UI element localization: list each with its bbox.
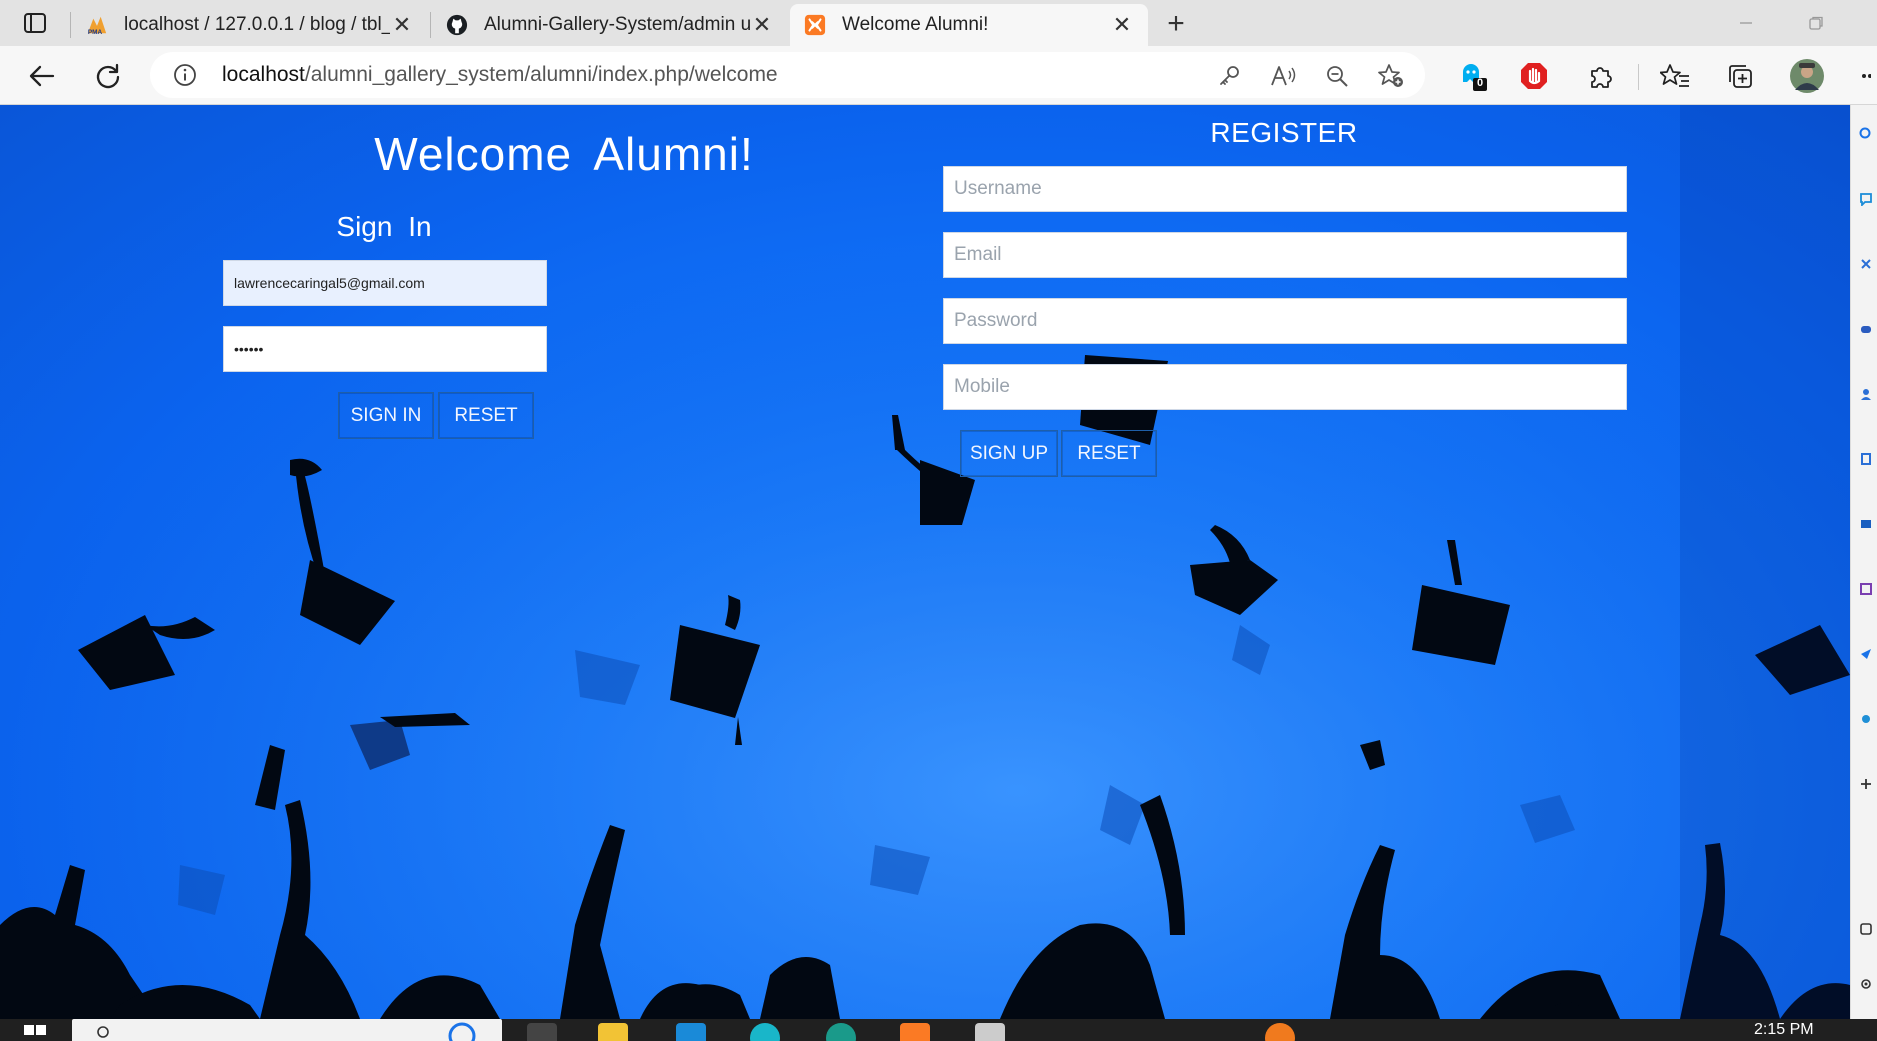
signin-password-input[interactable] bbox=[223, 326, 547, 372]
email-field[interactable] bbox=[943, 232, 1627, 278]
edge-sidebar bbox=[1850, 105, 1877, 1019]
back-button[interactable] bbox=[22, 57, 60, 95]
add-sidebar-icon[interactable] bbox=[1857, 775, 1875, 793]
signup-button[interactable]: SIGN UP bbox=[960, 430, 1058, 477]
tab-title: localhost / 127.0.0.1 / blog / tbl_ bbox=[124, 14, 390, 35]
username-field[interactable] bbox=[943, 166, 1627, 212]
phpmyadmin-icon: PMA bbox=[86, 14, 108, 36]
taskbar-clock[interactable]: 2:15 PM bbox=[1754, 1021, 1814, 1039]
signin-heading: Sign In bbox=[336, 211, 432, 242]
register-heading: REGISTER bbox=[1210, 117, 1358, 148]
edge-app-icon[interactable] bbox=[750, 1023, 780, 1041]
welcome-title: Welcome Alumni! bbox=[374, 128, 754, 180]
read-aloud-icon[interactable] bbox=[1268, 61, 1298, 91]
xampp-app-icon[interactable] bbox=[900, 1023, 930, 1041]
file-explorer-icon[interactable] bbox=[598, 1023, 628, 1041]
back-arrow-icon bbox=[29, 65, 55, 87]
games-sidebar-icon[interactable] bbox=[1857, 320, 1875, 338]
url-host: localhost bbox=[222, 63, 305, 86]
favorites-icon bbox=[1660, 64, 1689, 87]
minimize-icon bbox=[1740, 22, 1752, 24]
tab-separator bbox=[70, 12, 71, 38]
designer-sidebar-icon[interactable] bbox=[1857, 710, 1875, 728]
windows-taskbar: 2:15 PM bbox=[0, 1019, 1877, 1041]
adblock-hand-icon bbox=[1521, 63, 1547, 89]
background-shade-band bbox=[1680, 105, 1850, 1019]
xampp-icon bbox=[804, 14, 826, 36]
windows-start-icon[interactable] bbox=[24, 1025, 46, 1041]
tab-title: Alumni-Gallery-System/admin us bbox=[484, 14, 750, 35]
task-view-icon[interactable] bbox=[527, 1023, 557, 1041]
more-options-button[interactable] bbox=[1850, 57, 1877, 95]
svg-text:PMA: PMA bbox=[88, 29, 103, 36]
restore-icon bbox=[1809, 16, 1823, 30]
favorites-button[interactable] bbox=[1656, 57, 1694, 95]
puzzle-icon bbox=[1591, 67, 1612, 88]
site-info-icon[interactable] bbox=[172, 62, 198, 88]
close-tab-icon[interactable]: ✕ bbox=[750, 12, 774, 37]
minimize-button[interactable] bbox=[1728, 8, 1764, 38]
onenote-sidebar-icon[interactable] bbox=[1857, 580, 1875, 598]
extension-adblock-button[interactable] bbox=[1515, 57, 1553, 95]
register-reset-button[interactable]: RESET bbox=[1061, 430, 1157, 477]
taskbar-search-box[interactable] bbox=[72, 1019, 502, 1041]
close-tab-icon[interactable]: ✕ bbox=[390, 12, 414, 37]
tab-phpmyadmin[interactable]: PMA localhost / 127.0.0.1 / blog / tbl_ … bbox=[72, 4, 428, 46]
notepad-app-icon[interactable] bbox=[975, 1023, 1005, 1041]
github-icon bbox=[446, 14, 468, 36]
extensions-button[interactable] bbox=[1582, 57, 1620, 95]
people-sidebar-icon[interactable] bbox=[1857, 385, 1875, 403]
address-bar[interactable]: localhost/alumni_gallery_system/alumni/i… bbox=[150, 52, 1425, 98]
office-sidebar-icon[interactable] bbox=[1857, 450, 1875, 468]
vscode-app-icon[interactable] bbox=[826, 1023, 856, 1041]
signin-button[interactable]: SIGN IN bbox=[338, 392, 434, 439]
tab-actions-button[interactable] bbox=[18, 9, 52, 37]
extension-ghostery-button[interactable]: 0 bbox=[1454, 57, 1492, 95]
tab-strip: PMA localhost / 127.0.0.1 / blog / tbl_ … bbox=[0, 0, 1877, 46]
cortana-icon bbox=[448, 1022, 476, 1041]
refresh-icon bbox=[96, 63, 120, 89]
toolbar-divider bbox=[1638, 64, 1639, 90]
sidebar-settings-icon[interactable] bbox=[1857, 975, 1875, 993]
zoom-out-icon[interactable] bbox=[1322, 61, 1352, 91]
extension-badge: 0 bbox=[1477, 77, 1484, 89]
search-sidebar-icon[interactable] bbox=[1857, 125, 1875, 143]
send-sidebar-icon[interactable] bbox=[1857, 645, 1875, 663]
profile-button[interactable] bbox=[1788, 57, 1826, 95]
tab-title: Welcome Alumni! bbox=[842, 14, 989, 35]
add-favorite-icon[interactable] bbox=[1376, 61, 1406, 91]
tab-welcome-alumni[interactable]: Welcome Alumni! ✕ bbox=[790, 4, 1148, 46]
mobile-field[interactable] bbox=[943, 364, 1627, 410]
restore-button[interactable] bbox=[1798, 8, 1834, 38]
browser-app-icon[interactable] bbox=[1265, 1023, 1295, 1041]
tab-github[interactable]: Alumni-Gallery-System/admin us ✕ bbox=[432, 4, 788, 46]
key-icon[interactable] bbox=[1214, 61, 1244, 91]
url-path: /alumni_gallery_system/alumni/index.php/… bbox=[304, 63, 778, 86]
split-screen-sidebar-icon[interactable] bbox=[1857, 920, 1875, 938]
store-app-icon[interactable] bbox=[676, 1023, 706, 1041]
collections-icon bbox=[1729, 65, 1752, 88]
signin-reset-button[interactable]: RESET bbox=[438, 392, 534, 439]
collections-button[interactable] bbox=[1721, 57, 1759, 95]
close-tab-icon[interactable]: ✕ bbox=[1110, 12, 1134, 37]
new-tab-button[interactable]: + bbox=[1158, 6, 1194, 42]
outlook-sidebar-icon[interactable] bbox=[1857, 515, 1875, 533]
ghost-extension-icon bbox=[1463, 64, 1487, 91]
signin-email-input[interactable] bbox=[223, 260, 547, 306]
browser-toolbar: localhost/alumni_gallery_system/alumni/i… bbox=[0, 46, 1877, 105]
chat-sidebar-icon[interactable] bbox=[1857, 190, 1875, 208]
refresh-button[interactable] bbox=[89, 57, 127, 95]
search-icon bbox=[97, 1026, 109, 1038]
tools-sidebar-icon[interactable] bbox=[1857, 255, 1875, 273]
url-text[interactable]: localhost/alumni_gallery_system/alumni/i… bbox=[222, 52, 778, 98]
tab-actions-icon bbox=[24, 13, 46, 33]
more-dots-icon bbox=[1861, 74, 1871, 78]
password-field[interactable] bbox=[943, 298, 1627, 344]
tab-separator bbox=[430, 12, 431, 38]
avatar bbox=[1790, 59, 1824, 93]
page-viewport: Welcome Alumni! Sign In SIGN IN RESET RE… bbox=[0, 105, 1850, 1019]
